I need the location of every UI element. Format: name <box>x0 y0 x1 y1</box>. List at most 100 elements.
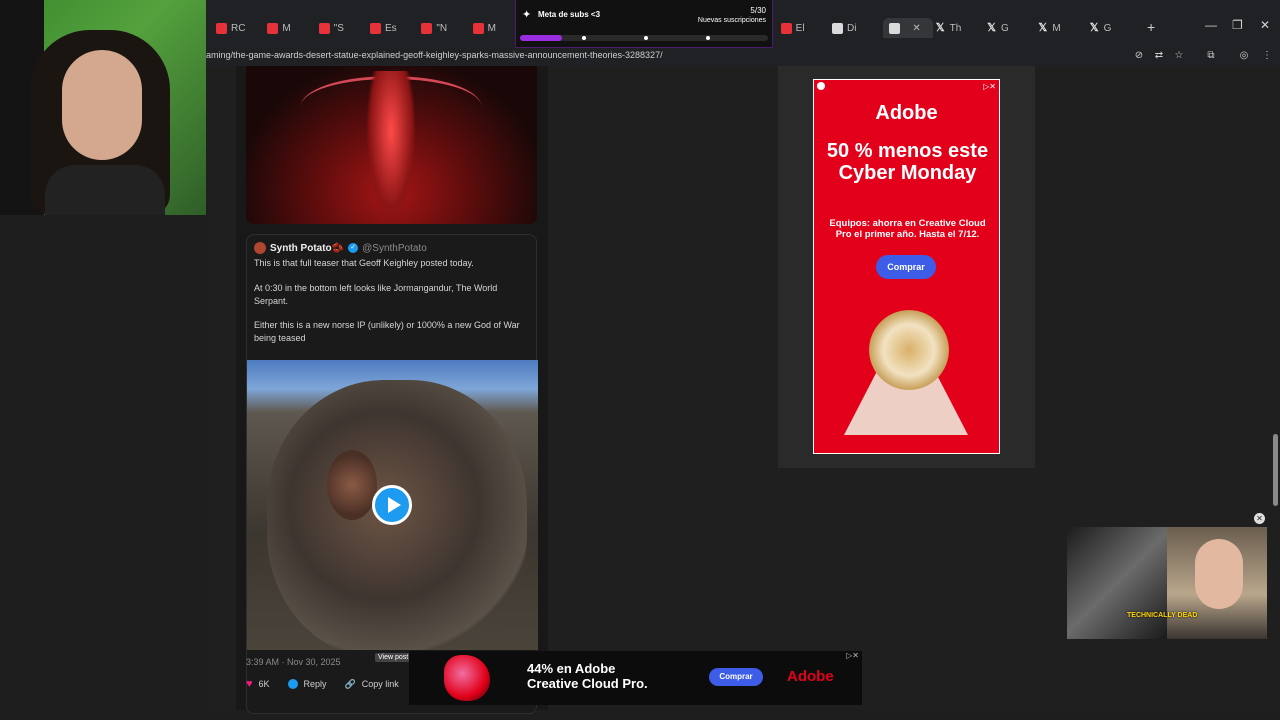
youtube-icon <box>421 22 433 34</box>
tab-label: M <box>487 22 496 34</box>
like-count: 6K <box>258 679 270 689</box>
statue-figure <box>366 71 416 221</box>
extensions-icon[interactable]: ⧉ <box>1204 49 1218 63</box>
ad-subtext: Equipos: ahorra en Creative Cloud Pro el… <box>829 218 986 240</box>
mini-video-player[interactable]: TECHNICALLY DEAD <box>1067 527 1267 639</box>
sub-goal-progress-bar <box>520 35 768 41</box>
adobe-ad-banner[interactable]: ▷✕ 44% en Adobe Creative Cloud Pro. Comp… <box>409 651 862 705</box>
ad-close-icon[interactable]: ▷✕ <box>983 82 996 91</box>
youtube-icon <box>216 22 227 34</box>
page-scrollbar[interactable] <box>1271 66 1280 710</box>
ad-brand: Adobe <box>875 102 938 124</box>
youtube-icon <box>267 22 279 34</box>
copy-link-button[interactable]: 🔗 Copy link <box>345 679 399 690</box>
youtube-icon <box>318 22 330 34</box>
tab-label: M <box>1052 22 1061 34</box>
milestone-dot <box>644 36 648 40</box>
video-left-panel <box>1067 527 1167 639</box>
address-bar[interactable]: aming/the-game-awards-desert-statue-expl… <box>206 46 1280 66</box>
profile-icon[interactable]: ◎ <box>1237 49 1251 63</box>
ad-banner-line1: 44% en Adobe <box>527 661 616 676</box>
streamer-webcam <box>0 0 206 215</box>
ad-close-icon[interactable]: ▷✕ <box>846 651 859 660</box>
tab-label: RC <box>231 22 246 34</box>
youtube-icon <box>370 22 381 34</box>
like-button[interactable]: ♥ 6K <box>246 678 270 690</box>
view-post-tooltip[interactable]: View post <box>375 653 412 662</box>
video-caption: TECHNICALLY DEAD <box>1127 612 1198 619</box>
x-icon: 𝕏 <box>1038 21 1048 34</box>
adobe-ad-vertical[interactable]: ▷✕ Adobe 50 % menos este Cyber Monday Eq… <box>813 79 1000 454</box>
restore-icon[interactable]: ❐ <box>1232 18 1243 32</box>
reply-label: Reply <box>303 679 327 689</box>
video-person <box>1195 539 1243 609</box>
play-icon <box>387 497 401 513</box>
verified-badge-icon: ✓ <box>348 243 359 253</box>
camera-off-icon[interactable]: ⊘ <box>1132 49 1146 63</box>
browser-tab[interactable]: "N <box>421 18 470 38</box>
browser-tab[interactable]: ✕ <box>883 18 933 38</box>
star-icon: ✦ <box>522 9 532 21</box>
close-tab-icon[interactable]: ✕ <box>912 23 920 34</box>
menu-icon[interactable]: ⋮ <box>1260 49 1274 63</box>
browser-tab[interactable]: Di <box>832 18 881 38</box>
url-text[interactable]: aming/the-game-awards-desert-statue-expl… <box>206 50 663 60</box>
tab-label: G <box>1103 22 1112 34</box>
browser-tab[interactable]: Es <box>370 18 419 38</box>
ad-buy-button[interactable]: Comprar <box>709 668 763 686</box>
new-tab-button[interactable]: + <box>1147 19 1155 35</box>
milestone-dot <box>582 36 586 40</box>
tweet-actions: ♥ 6K Reply 🔗 Copy link <box>246 678 399 690</box>
page-icon <box>889 22 901 34</box>
copy-link-label: Copy link <box>361 679 399 689</box>
play-button[interactable] <box>372 485 412 525</box>
browser-tab[interactable]: RC <box>216 18 265 38</box>
x-icon: 𝕏 <box>1089 21 1099 34</box>
browser-tab[interactable]: 𝕏G <box>986 18 1035 38</box>
sub-goal-title: Meta de subs <3 <box>538 10 601 19</box>
browser-tab[interactable]: "S <box>318 18 368 38</box>
ad-banner-text: 44% en Adobe Creative Cloud Pro. <box>527 661 648 691</box>
browser-tab[interactable]: M <box>267 18 316 38</box>
heart-icon: ♥ <box>246 678 253 690</box>
tab-label: "S <box>333 22 344 34</box>
reply-button[interactable]: Reply <box>287 679 327 689</box>
x-icon: 𝕏 <box>987 21 996 34</box>
milestone-dot <box>706 36 710 40</box>
browser-tab[interactable]: 𝕏M <box>1037 18 1086 38</box>
page-icon <box>832 22 843 34</box>
minimize-icon[interactable]: — <box>1205 18 1217 32</box>
tweet-timestamp[interactable]: 3:39 AM · Nov 30, 2025 <box>246 657 341 667</box>
tab-label: Th <box>949 22 962 34</box>
embedded-tweet[interactable]: Synth Potato🫘 ✓ @SynthPotato This is tha… <box>246 234 538 714</box>
avatar[interactable] <box>254 242 266 254</box>
browser-tab[interactable]: El <box>780 18 830 38</box>
browser-tab[interactable]: 𝕏G <box>1089 18 1138 38</box>
author-name[interactable]: Synth Potato🫘 <box>270 243 344 254</box>
ad-banner-line2: Creative Cloud Pro. <box>527 676 648 691</box>
sub-goal-count: 5/30 <box>750 6 766 15</box>
sculpture-core <box>327 450 377 520</box>
statue-image[interactable] <box>246 66 537 224</box>
ad-flower-art <box>444 655 490 701</box>
tweet-paragraph: This is that full teaser that Geoff Keig… <box>254 258 474 268</box>
mini-video-close-icon[interactable]: ✕ <box>1254 513 1265 524</box>
x-icon: 𝕏 <box>935 21 945 34</box>
ad-info-icon[interactable] <box>817 82 825 90</box>
browser-tab[interactable]: 𝕏 Th <box>935 18 984 38</box>
gold-flower-image <box>869 310 949 390</box>
youtube-icon <box>472 22 484 34</box>
sub-goal-label: Nuevas suscripciones <box>697 17 766 24</box>
scrollbar-thumb[interactable] <box>1273 434 1278 506</box>
ad-buy-button[interactable]: Comprar <box>876 255 936 279</box>
tab-label: G <box>1001 22 1009 34</box>
youtube-icon <box>780 22 792 34</box>
translate-icon[interactable]: ⇄ <box>1152 49 1166 63</box>
bookmark-star-icon[interactable]: ☆ <box>1172 49 1186 63</box>
author-handle[interactable]: @SynthPotato <box>362 243 427 254</box>
close-window-icon[interactable]: ✕ <box>1260 18 1270 32</box>
tab-label: "N <box>436 22 448 34</box>
tab-label: Es <box>385 22 397 34</box>
face <box>62 50 142 160</box>
tweet-video[interactable] <box>247 360 538 650</box>
